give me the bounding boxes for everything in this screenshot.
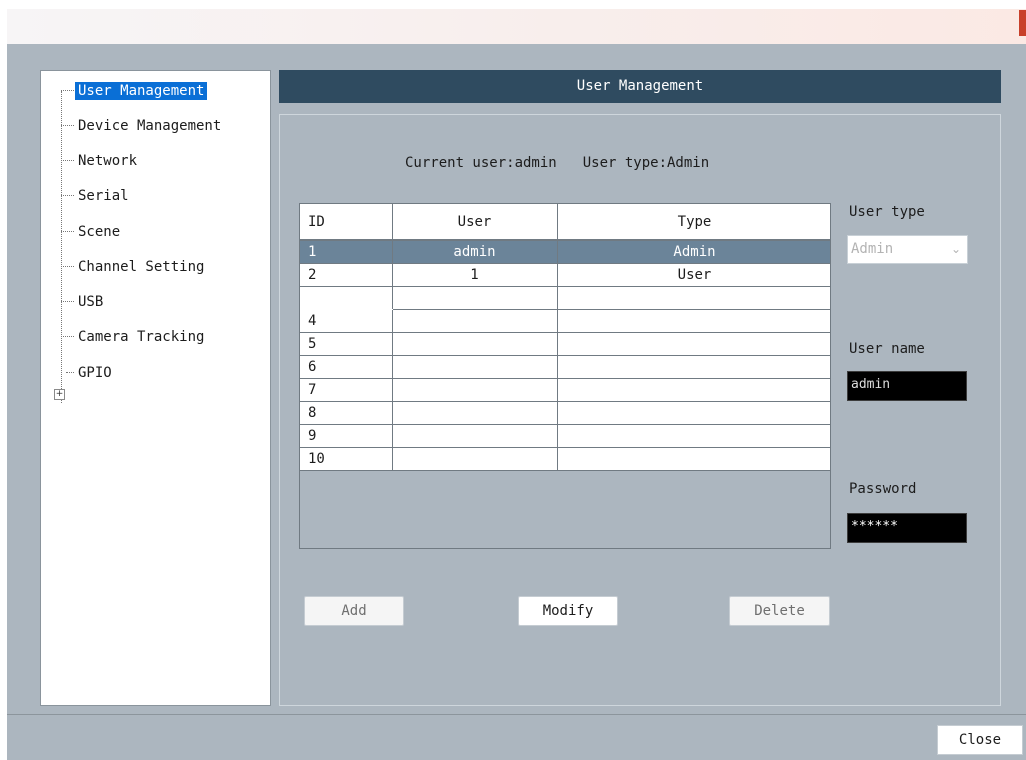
password-label: Password — [849, 481, 917, 497]
cell-user — [392, 309, 558, 333]
cell-type — [557, 309, 830, 333]
tree-item-user-management[interactable]: User Management — [61, 78, 208, 104]
table-header-row: ID User Type — [300, 204, 830, 241]
close-icon[interactable] — [1019, 10, 1026, 36]
cell-type — [557, 332, 830, 356]
cell-user: 1 — [392, 263, 558, 287]
plus-icon[interactable]: + — [54, 389, 65, 400]
cell-id: 6 — [300, 355, 393, 379]
cell-user — [392, 332, 558, 356]
tree-item-label: GPIO — [78, 365, 112, 381]
tree-item-gpio[interactable]: GPIO — [61, 360, 115, 386]
user-table: ID User Type 1 admin Admin 2 1 User 4 5 6 7 … — [299, 203, 831, 549]
user-name-label: User name — [849, 341, 925, 357]
cell-user — [392, 401, 558, 425]
table-row[interactable]: 9 — [300, 424, 830, 448]
cell-id: 10 — [300, 447, 393, 471]
tree-item-device-management[interactable]: Device Management — [61, 113, 224, 139]
table-row[interactable]: 10 — [300, 447, 830, 471]
cell-type — [557, 447, 830, 471]
table-row[interactable]: 7 — [300, 378, 830, 402]
password-input[interactable]: ****** — [847, 513, 967, 543]
column-header-id[interactable]: ID — [300, 204, 393, 241]
close-button[interactable]: Close — [937, 725, 1023, 755]
cell-user — [392, 424, 558, 448]
delete-button[interactable]: Delete — [729, 596, 830, 626]
cell-user — [392, 355, 558, 379]
cell-id: 5 — [300, 332, 393, 356]
tree-item-label: Network — [78, 153, 138, 169]
current-user-text: Current user:admin — [405, 155, 557, 171]
tree-item-usb[interactable]: USB — [61, 289, 106, 315]
cell-id: 8 — [300, 401, 393, 425]
table-row[interactable]: 4 — [300, 309, 830, 333]
tree-item-serial[interactable]: Serial — [61, 183, 132, 209]
cell-id: 4 — [300, 309, 393, 333]
settings-tree: User Management Device Management Networ… — [40, 70, 271, 706]
user-management-panel: Current user:admin User type:Admin ID Use… — [279, 114, 1001, 706]
column-header-type[interactable]: Type — [557, 204, 830, 241]
cell-id — [300, 286, 393, 310]
tree-item-label: Serial — [78, 188, 129, 204]
tree-item-label: User Management — [75, 82, 208, 100]
settings-window: User Management Device Management Networ… — [7, 44, 1026, 760]
chevron-down-icon: ⌄ — [950, 242, 961, 256]
cell-type — [557, 401, 830, 425]
cell-id: 9 — [300, 424, 393, 448]
tree-item-label: USB — [78, 294, 104, 310]
cell-id: 1 — [300, 240, 393, 264]
user-name-input[interactable]: admin — [847, 371, 967, 401]
table-row[interactable] — [300, 286, 830, 310]
tree-item-scene[interactable]: Scene — [61, 219, 123, 245]
cell-id: 2 — [300, 263, 393, 287]
cell-type: Admin — [557, 240, 830, 264]
cell-type — [557, 424, 830, 448]
table-row[interactable]: 1 admin Admin — [300, 240, 830, 264]
cell-user — [392, 378, 558, 402]
modify-button[interactable]: Modify — [518, 596, 618, 626]
title-bar — [7, 9, 1026, 44]
tree-item-label: Scene — [78, 224, 121, 240]
panel-title: User Management — [279, 70, 1001, 103]
tree-item-label: Channel Setting — [78, 259, 205, 275]
cell-type — [557, 286, 830, 310]
cell-type — [557, 355, 830, 379]
cell-user — [392, 447, 558, 471]
table-row[interactable]: 6 — [300, 355, 830, 379]
user-type-label: User type — [849, 204, 925, 220]
table-row[interactable]: 8 — [300, 401, 830, 425]
table-row[interactable]: 2 1 User — [300, 263, 830, 287]
tree-item-label: Camera Tracking — [78, 329, 205, 345]
tree-item-camera-tracking[interactable]: Camera Tracking — [61, 324, 207, 350]
cell-id: 7 — [300, 378, 393, 402]
current-user-status: Current user:admin User type:Admin — [405, 155, 709, 171]
cell-type: User — [557, 263, 830, 287]
tree-item-channel-setting[interactable]: Channel Setting — [61, 254, 207, 280]
user-type-select[interactable]: Admin ⌄ — [847, 235, 968, 264]
cell-type — [557, 378, 830, 402]
table-row[interactable]: 5 — [300, 332, 830, 356]
add-button[interactable]: Add — [304, 596, 404, 626]
user-type-value: Admin — [851, 241, 894, 257]
cell-user — [392, 286, 558, 310]
tree-item-network[interactable]: Network — [61, 148, 140, 174]
column-header-user[interactable]: User — [392, 204, 558, 241]
footer-divider — [7, 714, 1026, 715]
user-type-text: User type:Admin — [582, 155, 710, 171]
cell-user: admin — [392, 240, 558, 264]
tree-item-label: Device Management — [78, 118, 222, 134]
